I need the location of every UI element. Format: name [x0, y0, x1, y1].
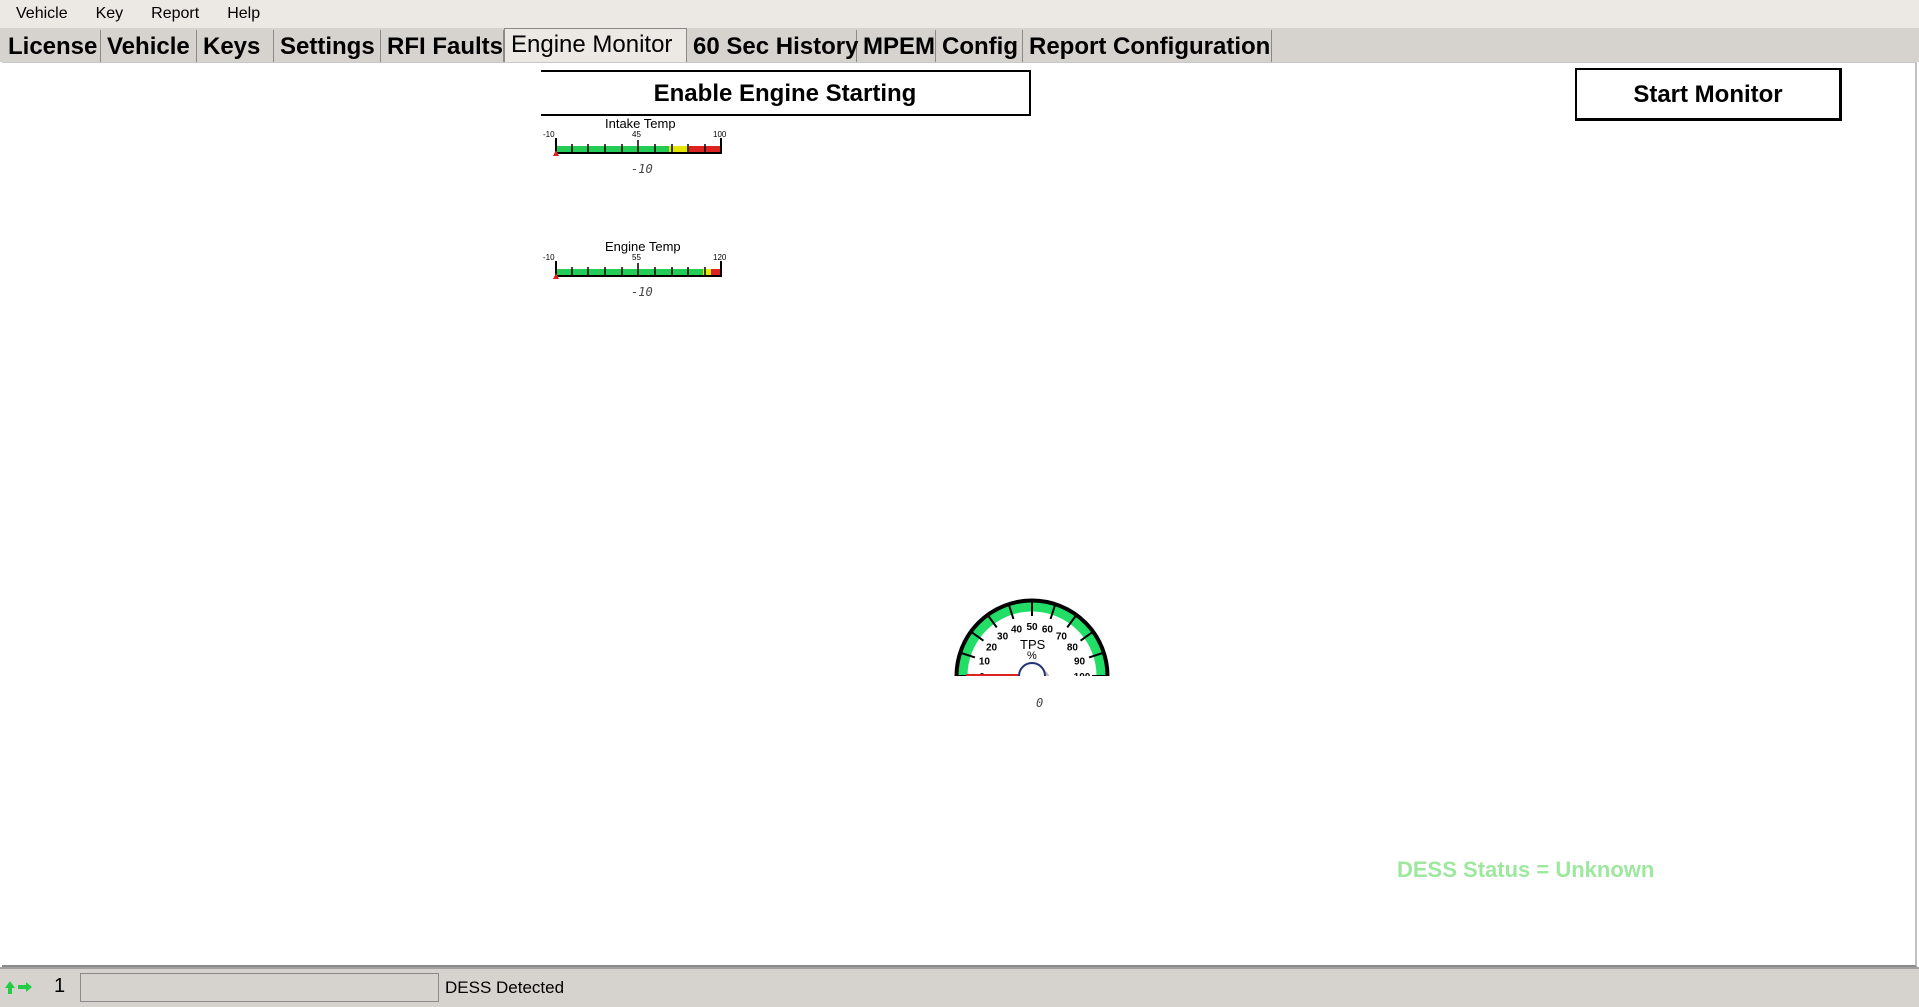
- enable-engine-starting-button[interactable]: Enable Engine Starting: [541, 70, 1031, 116]
- tab-mpem[interactable]: MPEM: [857, 30, 936, 62]
- status-message: DESS Detected: [445, 978, 565, 997]
- tps-dial: 0102030405060708090100: [954, 598, 1110, 676]
- tab-settings[interactable]: Settings: [274, 30, 381, 62]
- dess-status-label: DESS Status = Unknown: [1397, 857, 1655, 882]
- tps-tick-label: 30: [997, 632, 1009, 643]
- engine-temp-bar: [553, 261, 722, 279]
- intake-temp-title: Intake Temp: [605, 116, 676, 131]
- tab-keys[interactable]: Keys: [197, 30, 274, 62]
- menu-bar: Vehicle Key Report Help: [0, 0, 1919, 28]
- tps-hub: [1018, 662, 1046, 676]
- intake-temp-bar: [553, 138, 722, 156]
- menu-help[interactable]: Help: [211, 5, 272, 23]
- tps-readout: 0: [1036, 696, 1044, 710]
- tab-config[interactable]: Config: [936, 30, 1023, 62]
- tps-tick-label: 40: [1011, 624, 1023, 635]
- tab-engine-monitor[interactable]: Engine Monitor: [504, 28, 687, 64]
- menu-vehicle[interactable]: Vehicle: [0, 5, 80, 23]
- engine-temp-title: Engine Temp: [605, 239, 681, 254]
- tps-unit: %: [1027, 650, 1037, 662]
- engine-temp-readout: -10: [631, 285, 653, 299]
- tps-tick-label: 60: [1042, 624, 1054, 635]
- menu-report[interactable]: Report: [135, 5, 211, 23]
- tps-tick-label: 70: [1056, 632, 1068, 643]
- tps-tick-label: 50: [1026, 622, 1038, 633]
- tps-tick-label: 100: [1074, 672, 1091, 676]
- tab-report-configuration[interactable]: Report Configuration: [1023, 30, 1272, 62]
- tps-tick-label: 10: [979, 657, 991, 668]
- menu-key[interactable]: Key: [80, 5, 136, 23]
- status-progress-field: [80, 973, 439, 1002]
- tab-vehicle[interactable]: Vehicle: [101, 30, 197, 62]
- start-monitor-button[interactable]: Start Monitor: [1575, 68, 1842, 121]
- tab-bar: License Vehicle Keys Settings RFI Faults…: [0, 28, 1919, 64]
- tps-tick-label: 20: [986, 643, 998, 654]
- engine-monitor-panel: [2, 62, 1917, 967]
- tab-60-sec-history[interactable]: 60 Sec History: [687, 30, 858, 62]
- tab-license[interactable]: License: [2, 30, 101, 62]
- status-count: 1: [54, 975, 66, 997]
- tps-tick-label: 90: [1074, 657, 1086, 668]
- connection-arrows-icon: [5, 981, 32, 994]
- intake-temp-readout: -10: [631, 162, 653, 176]
- tab-rfi-faults[interactable]: RFI Faults: [381, 30, 504, 62]
- tps-tick-label: 80: [1067, 643, 1079, 654]
- status-bar: 1 DESS Detected: [0, 967, 1919, 1007]
